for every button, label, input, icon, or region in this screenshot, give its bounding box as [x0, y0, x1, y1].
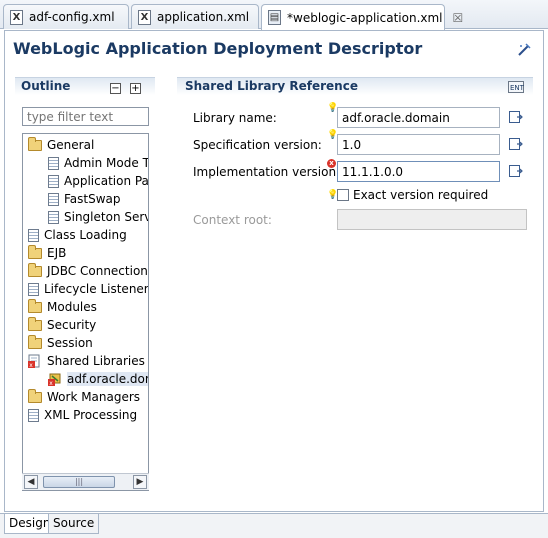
- outline-item-label: General: [47, 138, 95, 152]
- collapse-all-button[interactable]: −: [110, 83, 121, 94]
- details-title: Shared Library Reference: [185, 79, 358, 93]
- library-name-field[interactable]: [337, 107, 500, 128]
- tab-weblogic-application[interactable]: ▤ *weblogic-application.xml ☒: [261, 4, 463, 30]
- outline-item[interactable]: x adf.oracle.dom: [48, 370, 148, 388]
- outline-item-label: FastSwap: [64, 192, 121, 206]
- outline-item-label: XML Processing: [44, 408, 138, 422]
- page-icon: [48, 174, 59, 188]
- outline-filter-input[interactable]: [22, 107, 149, 126]
- outline-item[interactable]: Modules: [28, 298, 97, 316]
- outline-item-label: Session: [47, 336, 93, 350]
- implementation-version-label: Implementation version:: [193, 165, 341, 179]
- browse-icon[interactable]: [509, 164, 523, 178]
- outline-item[interactable]: Lifecycle Listeners: [28, 280, 149, 298]
- outline-item-label: Lifecycle Listeners: [44, 282, 149, 296]
- folder-icon: [28, 136, 42, 151]
- outline-item[interactable]: Singleton Servi: [48, 208, 149, 226]
- outline-item-label: Security: [47, 318, 97, 332]
- folder-icon: [28, 262, 42, 277]
- page-icon: [48, 210, 59, 224]
- xml-file-icon: X: [10, 9, 23, 25]
- outline-item[interactable]: FastSwap: [48, 190, 121, 208]
- page-icon: [48, 156, 59, 170]
- outline-item[interactable]: Admin Mode T: [48, 154, 149, 172]
- outline-tree[interactable]: General Admin Mode T Application Par FastSw…: [22, 133, 149, 491]
- outline-item-label: adf.oracle.dom: [67, 372, 148, 386]
- context-root-field: [337, 209, 527, 230]
- outline-item-label: Admin Mode T: [64, 156, 149, 170]
- specification-version-label: Specification version:: [193, 138, 322, 152]
- exact-version-label: Exact version required: [353, 188, 489, 202]
- wand-icon[interactable]: [517, 43, 531, 57]
- implementation-version-field[interactable]: [337, 161, 500, 182]
- page-icon: [28, 228, 39, 242]
- scroll-right-arrow-icon[interactable]: ▶: [133, 475, 147, 489]
- context-root-label: Context root:: [193, 213, 272, 227]
- close-icon[interactable]: ☒: [453, 11, 464, 25]
- xml-file-icon: X: [138, 9, 151, 25]
- outline-item[interactable]: Application Par: [48, 172, 149, 190]
- shared-libraries-error-icon: x: [28, 354, 40, 368]
- tab-adf-config[interactable]: X adf-config.xml: [3, 4, 129, 29]
- outline-item-label: Modules: [47, 300, 97, 314]
- outline-item[interactable]: JDBC Connection P: [28, 262, 149, 280]
- scroll-left-arrow-icon[interactable]: ◀: [24, 475, 38, 489]
- tab-source[interactable]: Source: [48, 514, 100, 534]
- page-icon: [28, 408, 39, 422]
- page-title: WebLogic Application Deployment Descript…: [13, 39, 423, 58]
- browse-icon[interactable]: [509, 110, 523, 124]
- svg-text:ENT: ENT: [510, 84, 524, 92]
- page-icon: [48, 192, 59, 206]
- expand-all-button[interactable]: +: [130, 83, 141, 94]
- page-icon: [28, 282, 39, 296]
- outline-item-label: Work Managers: [47, 390, 141, 404]
- outline-item[interactable]: Class Loading: [28, 226, 127, 244]
- outline-item[interactable]: x Shared Libraries: [28, 352, 145, 370]
- outline-item[interactable]: Session: [28, 334, 93, 352]
- outline-item-label: JDBC Connection P: [47, 264, 149, 278]
- exact-version-checkbox[interactable]: [337, 189, 349, 201]
- outline-item-label: Class Loading: [44, 228, 127, 242]
- folder-icon: [28, 244, 42, 259]
- editor-tab-bar: X adf-config.xml X application.xml ▤ *we…: [0, 0, 548, 30]
- folder-icon: [28, 388, 42, 403]
- outline-item-label: Singleton Servi: [64, 210, 149, 224]
- outline-title: Outline: [21, 79, 71, 93]
- outline-item[interactable]: XML Processing: [28, 406, 137, 424]
- svg-text:x: x: [29, 362, 33, 368]
- bottom-tab-bar: Design Source: [0, 513, 548, 538]
- outline-item-label: Application Par: [64, 174, 149, 188]
- outline-horizontal-scrollbar[interactable]: ◀ ||| ▶: [22, 473, 149, 490]
- specification-version-field[interactable]: [337, 134, 500, 155]
- library-error-icon: x: [48, 373, 61, 386]
- tab-label: *weblogic-application.xml: [287, 10, 443, 25]
- outline-item[interactable]: EJB: [28, 244, 66, 262]
- scrollbar-thumb[interactable]: |||: [43, 476, 115, 488]
- expand-section-icon[interactable]: ENT: [508, 81, 524, 93]
- library-name-label: Library name:: [193, 111, 277, 125]
- outline-item-label: Shared Libraries: [47, 354, 145, 368]
- browse-icon[interactable]: [509, 137, 523, 151]
- tab-label: adf-config.xml: [29, 10, 115, 24]
- outline-item[interactable]: Security: [28, 316, 96, 334]
- outline-item-label: EJB: [47, 246, 67, 260]
- folder-icon: [28, 316, 42, 331]
- outline-item[interactable]: General: [28, 136, 94, 154]
- tab-application[interactable]: X application.xml: [131, 4, 259, 29]
- svg-text:x: x: [49, 380, 53, 386]
- descriptor-file-icon: ▤: [268, 10, 281, 25]
- outline-item[interactable]: Work Managers: [28, 388, 140, 406]
- folder-icon: [28, 334, 42, 349]
- editor-area: WebLogic Application Deployment Descript…: [4, 30, 544, 512]
- folder-icon: [28, 298, 42, 313]
- tab-label: application.xml: [157, 10, 250, 24]
